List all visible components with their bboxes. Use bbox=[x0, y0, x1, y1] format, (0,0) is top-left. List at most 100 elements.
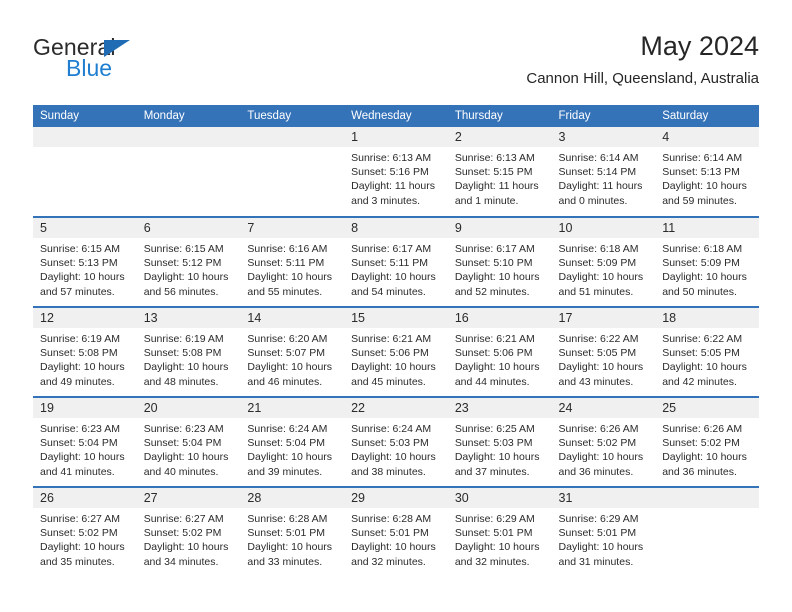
day-info: Sunrise: 6:29 AM Sunset: 5:01 PM Daylight:… bbox=[552, 508, 656, 569]
calendar-day-cell[interactable]: 15 Sunrise: 6:21 AM Sunset: 5:06 PM Dayligh… bbox=[344, 306, 448, 397]
day-info: Sunrise: 6:13 AM Sunset: 5:15 PM Daylight:… bbox=[448, 147, 552, 208]
calendar-day-cell[interactable]: 30 Sunrise: 6:29 AM Sunset: 5:01 PM Dayligh… bbox=[447, 486, 552, 577]
calendar-header-row: Sunday Monday Tuesday Wednesday Thursday… bbox=[33, 105, 759, 127]
day-info: Sunrise: 6:24 AM Sunset: 5:03 PM Daylight:… bbox=[344, 418, 448, 479]
calendar-day-cell[interactable]: 26 Sunrise: 6:27 AM Sunset: 5:02 PM Dayligh… bbox=[33, 486, 137, 577]
calendar-day-cell[interactable]: 23 Sunrise: 6:25 AM Sunset: 5:03 PM Dayligh… bbox=[447, 396, 552, 487]
daylight-text-line2: and 55 minutes. bbox=[247, 285, 323, 298]
calendar-day-cell[interactable]: 31 Sunrise: 6:29 AM Sunset: 5:01 PM Dayligh… bbox=[551, 486, 656, 577]
day-number: 29 bbox=[344, 488, 448, 508]
day-number: 19 bbox=[33, 398, 137, 418]
calendar-day-cell[interactable]: 17 Sunrise: 6:22 AM Sunset: 5:05 PM Dayligh… bbox=[551, 306, 656, 397]
sunset-text: Sunset: 5:09 PM bbox=[662, 257, 740, 270]
daylight-text-line2: and 32 minutes. bbox=[351, 555, 426, 568]
daylight-text-line1: Daylight: 10 hours bbox=[40, 541, 125, 554]
weekday-header-sunday: Sunday bbox=[33, 105, 137, 127]
sunset-text: Sunset: 5:01 PM bbox=[454, 527, 533, 540]
calendar-week-row: 19 Sunrise: 6:23 AM Sunset: 5:04 PM Dayligh… bbox=[33, 396, 759, 487]
calendar-day-cell[interactable]: 19 Sunrise: 6:23 AM Sunset: 5:04 PM Dayligh… bbox=[33, 396, 137, 487]
daylight-text-line1: Daylight: 10 hours bbox=[40, 271, 125, 284]
daylight-text-line2: and 59 minutes. bbox=[662, 194, 737, 207]
calendar-day-cell[interactable]: 10 Sunrise: 6:18 AM Sunset: 5:09 PM Dayligh… bbox=[551, 216, 656, 307]
day-info: Sunrise: 6:23 AM Sunset: 5:04 PM Daylight:… bbox=[137, 418, 241, 479]
calendar-day-cell[interactable]: 1 Sunrise: 6:13 AM Sunset: 5:16 PM Daylight… bbox=[344, 127, 448, 217]
day-cell-content: 2 Sunrise: 6:13 AM Sunset: 5:15 PM Daylight… bbox=[447, 127, 552, 215]
day-info: Sunrise: 6:15 AM Sunset: 5:13 PM Daylight:… bbox=[33, 238, 137, 299]
day-number: 15 bbox=[344, 308, 448, 328]
day-number: 13 bbox=[136, 308, 241, 328]
day-info: Sunrise: 6:24 AM Sunset: 5:04 PM Daylight:… bbox=[240, 418, 344, 479]
day-info: Sunrise: 6:18 AM Sunset: 5:09 PM Daylight:… bbox=[655, 238, 759, 299]
calendar-day-cell[interactable]: 4 Sunrise: 6:14 AM Sunset: 5:13 PM Daylight… bbox=[655, 127, 759, 217]
calendar-day-cell[interactable]: 14 Sunrise: 6:20 AM Sunset: 5:07 PM Dayligh… bbox=[240, 306, 345, 397]
day-number: 25 bbox=[655, 398, 759, 418]
day-cell-content: 10 Sunrise: 6:18 AM Sunset: 5:09 PM Dayligh… bbox=[551, 218, 656, 306]
weekday-header-tuesday: Tuesday bbox=[240, 105, 345, 127]
daylight-text-line1: Daylight: 11 hours bbox=[558, 180, 643, 193]
day-number bbox=[136, 127, 241, 147]
day-info: Sunrise: 6:21 AM Sunset: 5:06 PM Daylight:… bbox=[344, 328, 448, 389]
calendar-day-cell[interactable]: 16 Sunrise: 6:21 AM Sunset: 5:06 PM Dayligh… bbox=[447, 306, 552, 397]
day-cell-content: 19 Sunrise: 6:23 AM Sunset: 5:04 PM Dayligh… bbox=[33, 398, 137, 486]
daylight-text-line2: and 41 minutes. bbox=[40, 465, 115, 478]
general-blue-logo[interactable]: General Blue bbox=[33, 35, 233, 95]
calendar-day-cell[interactable]: 2 Sunrise: 6:13 AM Sunset: 5:15 PM Daylight… bbox=[447, 127, 552, 217]
sunrise-text: Sunrise: 6:23 AM bbox=[143, 423, 224, 435]
calendar-page: General Blue May 2024 Cannon Hill, Queen… bbox=[0, 0, 792, 612]
sunrise-text: Sunrise: 6:22 AM bbox=[558, 333, 639, 345]
daylight-text-line1: Daylight: 10 hours bbox=[247, 361, 333, 374]
calendar-day-cell[interactable]: 3 Sunrise: 6:14 AM Sunset: 5:14 PM Daylight… bbox=[551, 127, 656, 217]
calendar-day-cell[interactable]: 6 Sunrise: 6:15 AM Sunset: 5:12 PM Daylight… bbox=[136, 216, 241, 307]
day-cell-content: 27 Sunrise: 6:27 AM Sunset: 5:02 PM Dayligh… bbox=[136, 488, 241, 576]
daylight-text-line1: Daylight: 10 hours bbox=[351, 361, 436, 374]
day-info: Sunrise: 6:28 AM Sunset: 5:01 PM Daylight:… bbox=[240, 508, 344, 569]
sunset-text: Sunset: 5:09 PM bbox=[558, 257, 637, 270]
sunrise-text: Sunrise: 6:29 AM bbox=[558, 513, 639, 525]
calendar-day-cell[interactable]: 7 Sunrise: 6:16 AM Sunset: 5:11 PM Daylight… bbox=[240, 216, 345, 307]
calendar-day-cell[interactable]: 28 Sunrise: 6:28 AM Sunset: 5:01 PM Dayligh… bbox=[240, 486, 345, 577]
day-cell-content: 13 Sunrise: 6:19 AM Sunset: 5:08 PM Dayligh… bbox=[136, 308, 241, 396]
daylight-text-line1: Daylight: 10 hours bbox=[351, 451, 436, 464]
weekday-header-monday: Monday bbox=[136, 105, 241, 127]
day-number: 12 bbox=[33, 308, 137, 328]
daylight-text-line2: and 34 minutes. bbox=[143, 555, 219, 568]
day-cell-content bbox=[33, 127, 137, 215]
day-number bbox=[240, 127, 345, 147]
sunset-text: Sunset: 5:06 PM bbox=[351, 347, 429, 360]
calendar-day-cell[interactable]: 13 Sunrise: 6:19 AM Sunset: 5:08 PM Dayligh… bbox=[136, 306, 241, 397]
sunset-text: Sunset: 5:01 PM bbox=[351, 527, 429, 540]
calendar-day-cell[interactable]: 22 Sunrise: 6:24 AM Sunset: 5:03 PM Dayligh… bbox=[344, 396, 448, 487]
sunrise-text: Sunrise: 6:13 AM bbox=[351, 152, 432, 164]
calendar-day-cell[interactable]: 21 Sunrise: 6:24 AM Sunset: 5:04 PM Dayligh… bbox=[240, 396, 345, 487]
sunrise-text: Sunrise: 6:15 AM bbox=[40, 243, 120, 255]
calendar-table: Sunday Monday Tuesday Wednesday Thursday… bbox=[33, 105, 759, 577]
calendar-day-cell[interactable]: 18 Sunrise: 6:22 AM Sunset: 5:05 PM Dayligh… bbox=[655, 306, 759, 397]
daylight-text-line1: Daylight: 10 hours bbox=[454, 541, 540, 554]
day-cell-content: 3 Sunrise: 6:14 AM Sunset: 5:14 PM Daylight… bbox=[551, 127, 656, 215]
calendar-day-cell[interactable]: 5 Sunrise: 6:15 AM Sunset: 5:13 PM Daylight… bbox=[33, 216, 137, 307]
daylight-text-line2: and 1 minute. bbox=[454, 194, 519, 207]
daylight-text-line1: Daylight: 10 hours bbox=[558, 271, 644, 284]
calendar-day-cell[interactable]: 29 Sunrise: 6:28 AM Sunset: 5:01 PM Dayligh… bbox=[344, 486, 448, 577]
day-cell-content: 28 Sunrise: 6:28 AM Sunset: 5:01 PM Dayligh… bbox=[240, 488, 345, 576]
daylight-text-line1: Daylight: 10 hours bbox=[351, 271, 436, 284]
day-number: 5 bbox=[33, 218, 137, 238]
day-number: 4 bbox=[655, 127, 759, 147]
calendar-body: 1 Sunrise: 6:13 AM Sunset: 5:16 PM Daylight… bbox=[33, 127, 759, 577]
calendar-week-row: 26 Sunrise: 6:27 AM Sunset: 5:02 PM Dayligh… bbox=[33, 486, 759, 577]
day-cell-content: 21 Sunrise: 6:24 AM Sunset: 5:04 PM Dayligh… bbox=[240, 398, 345, 486]
day-info: Sunrise: 6:17 AM Sunset: 5:10 PM Daylight:… bbox=[448, 238, 552, 299]
calendar-day-cell[interactable]: 20 Sunrise: 6:23 AM Sunset: 5:04 PM Dayligh… bbox=[136, 396, 241, 487]
calendar-day-cell[interactable]: 25 Sunrise: 6:26 AM Sunset: 5:02 PM Dayligh… bbox=[655, 396, 759, 487]
calendar-day-cell[interactable]: 12 Sunrise: 6:19 AM Sunset: 5:08 PM Dayligh… bbox=[33, 306, 137, 397]
calendar-day-cell[interactable]: 27 Sunrise: 6:27 AM Sunset: 5:02 PM Dayligh… bbox=[136, 486, 241, 577]
calendar-day-cell[interactable]: 11 Sunrise: 6:18 AM Sunset: 5:09 PM Dayligh… bbox=[655, 216, 759, 307]
calendar-day-cell[interactable]: 8 Sunrise: 6:17 AM Sunset: 5:11 PM Daylight… bbox=[344, 216, 448, 307]
calendar-day-cell[interactable]: 9 Sunrise: 6:17 AM Sunset: 5:10 PM Daylight… bbox=[447, 216, 552, 307]
day-info: Sunrise: 6:15 AM Sunset: 5:12 PM Daylight:… bbox=[137, 238, 241, 299]
calendar-day-cell[interactable]: 24 Sunrise: 6:26 AM Sunset: 5:02 PM Dayligh… bbox=[551, 396, 656, 487]
day-number: 24 bbox=[551, 398, 656, 418]
page-subtitle: Cannon Hill, Queensland, Australia bbox=[526, 70, 759, 87]
sunrise-text: Sunrise: 6:15 AM bbox=[143, 243, 224, 255]
day-cell-content: 20 Sunrise: 6:23 AM Sunset: 5:04 PM Dayligh… bbox=[136, 398, 241, 486]
